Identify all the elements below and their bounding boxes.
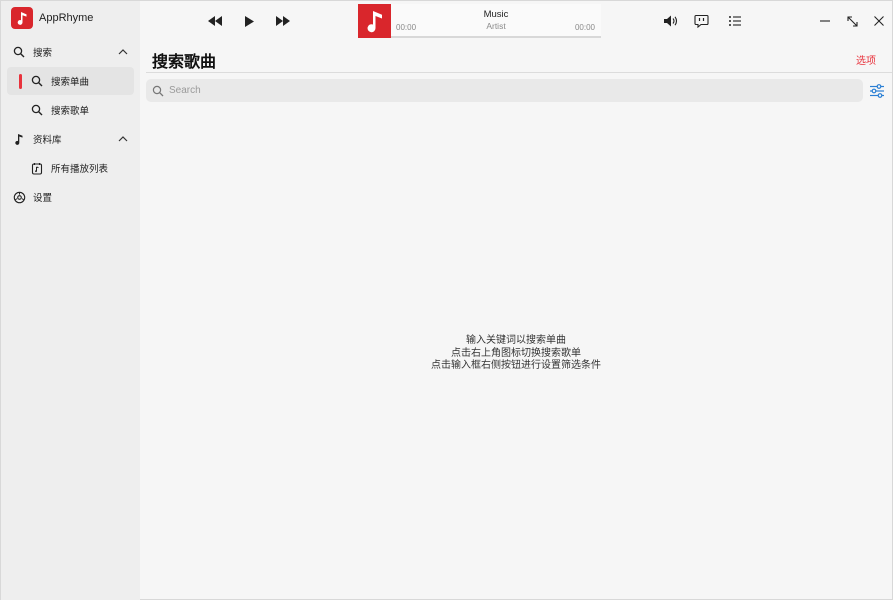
divider — [146, 72, 892, 73]
list-icon — [729, 16, 741, 26]
volume-button[interactable] — [662, 12, 680, 30]
expand-icon — [846, 15, 858, 27]
search-icon — [30, 103, 44, 117]
sliders-icon — [870, 84, 884, 98]
page-title: 搜索歌曲 — [152, 54, 217, 71]
rewind-button[interactable] — [206, 12, 224, 30]
song-artist: Artist — [486, 21, 506, 31]
search-input[interactable] — [169, 85, 849, 96]
fast-forward-button[interactable] — [274, 12, 292, 30]
sidebar-nav: 搜索 搜索单曲 搜索歌单 资料库 所有播放列表 设置 — [1, 37, 140, 212]
minimize-icon — [820, 20, 830, 22]
sidebar-item-all-playlists[interactable]: 所有播放列表 — [7, 154, 134, 182]
chevron-up-icon[interactable] — [116, 132, 130, 146]
filter-button[interactable] — [869, 83, 885, 99]
gear-icon — [12, 190, 26, 204]
search-bar[interactable] — [146, 79, 863, 102]
main-content: 搜索歌曲 选项 输入关键词以搜索单曲 点击右上角图标切换搜索歌单 点击输入框右侧… — [140, 41, 892, 599]
playlist-icon — [30, 161, 44, 175]
lyrics-button[interactable] — [692, 12, 710, 30]
sidebar: AppRhyme 搜索 搜索单曲 搜索歌单 资料库 所有播放列表 设置 — [1, 1, 140, 600]
sidebar-item-search-playlists[interactable]: 搜索歌单 — [7, 96, 134, 124]
sidebar-item-label: 设置 — [33, 193, 53, 204]
options-button[interactable]: 选项 — [856, 52, 876, 67]
song-title: Music — [483, 9, 509, 20]
play-button[interactable] — [240, 12, 258, 30]
total-time: 00:00 — [574, 23, 595, 32]
now-playing-card[interactable]: Music Artist 00:00 00:00 — [358, 4, 601, 38]
sidebar-group-library[interactable]: 资料库 — [7, 125, 134, 153]
sidebar-item-label: 搜索单曲 — [51, 77, 90, 88]
app-title: AppRhyme — [39, 12, 94, 24]
search-icon — [30, 74, 44, 88]
current-time: 00:00 — [396, 23, 417, 32]
minimize-button[interactable] — [816, 12, 834, 30]
lyrics-icon — [693, 14, 709, 28]
music-note-icon — [17, 12, 27, 25]
maximize-button[interactable] — [843, 12, 861, 30]
volume-icon — [664, 15, 678, 27]
top-bar: Music Artist 00:00 00:00 — [140, 1, 892, 41]
sidebar-item-search-songs[interactable]: 搜索单曲 — [7, 67, 134, 95]
sidebar-group-label: 搜索 — [33, 48, 53, 59]
app-header: AppRhyme — [11, 7, 93, 29]
app-logo — [11, 7, 33, 29]
empty-state-hints: 输入关键词以搜索单曲 点击右上角图标切换搜索歌单 点击输入框右侧按钮进行设置筛选… — [140, 335, 892, 373]
sidebar-item-settings[interactable]: 设置 — [7, 183, 134, 211]
album-cover — [358, 4, 391, 38]
search-icon — [12, 45, 26, 59]
hint-line: 点击输入框右侧按钮进行设置筛选条件 — [431, 360, 601, 371]
sidebar-item-label: 搜索歌单 — [51, 106, 90, 117]
rewind-icon — [208, 16, 222, 26]
sidebar-item-label: 所有播放列表 — [51, 164, 109, 175]
fast-forward-icon — [276, 16, 290, 26]
hint-line: 点击右上角图标切换搜索歌单 — [451, 347, 581, 359]
app-window: AppRhyme 搜索 搜索单曲 搜索歌单 资料库 所有播放列表 设置 Musi… — [0, 0, 893, 600]
playlist-queue-button[interactable] — [726, 12, 744, 30]
sidebar-group-label: 资料库 — [33, 135, 62, 146]
close-icon — [874, 16, 884, 26]
search-icon — [152, 85, 164, 96]
hint-line: 输入关键词以搜索单曲 — [466, 335, 566, 346]
close-button[interactable] — [870, 12, 888, 30]
chevron-up-icon[interactable] — [116, 45, 130, 59]
music-note-icon — [367, 11, 382, 33]
music-note-icon — [12, 132, 26, 146]
play-icon — [245, 15, 254, 27]
sidebar-group-search[interactable]: 搜索 — [7, 38, 134, 66]
